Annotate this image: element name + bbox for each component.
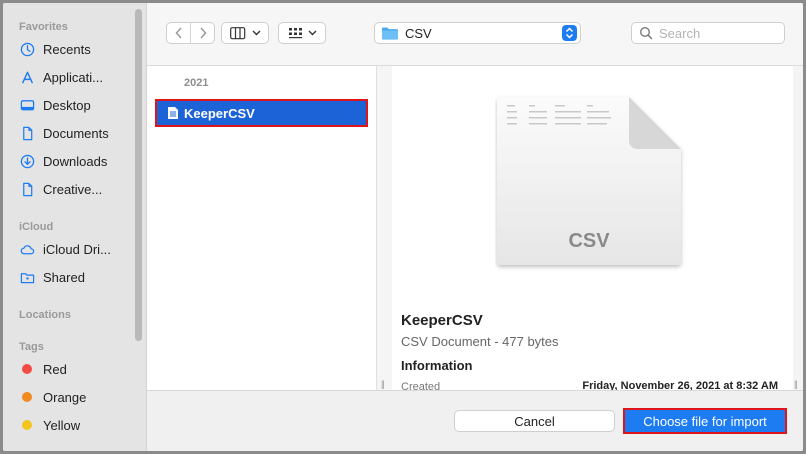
sidebar-item-shared[interactable]: Shared xyxy=(19,266,134,288)
sidebar-item-label: Desktop xyxy=(43,97,91,113)
sidebar-item-label: Shared xyxy=(43,269,85,285)
preview-info-heading: Information xyxy=(401,358,473,373)
chevron-right-icon xyxy=(199,27,207,39)
sidebar-item-label: Red xyxy=(43,361,67,377)
clock-icon xyxy=(19,41,35,57)
preview-pane: CSV KeeperCSV CSV Document - 477 bytes I… xyxy=(392,66,803,390)
toolbar: CSV xyxy=(147,3,803,66)
cancel-button[interactable]: Cancel xyxy=(454,410,615,432)
file-row-keepercsv[interactable]: KeeperCSV xyxy=(155,99,368,127)
sidebar-item-label: Orange xyxy=(43,389,87,405)
sidebar-tag-yellow[interactable]: Yellow xyxy=(19,414,134,436)
sidebar: Favorites Recents Applicati... Desktop D… xyxy=(3,3,147,451)
column-resize-handle[interactable]: || xyxy=(381,379,385,389)
dialog-footer: Cancel Choose file for import xyxy=(147,390,803,451)
preview-created-value: Friday, November 26, 2021 at 8:32 AM xyxy=(582,380,778,390)
preview-created-label: Created xyxy=(401,381,441,390)
sidebar-item-creative[interactable]: Creative... xyxy=(19,178,134,200)
sidebar-section-icloud: iCloud xyxy=(19,221,54,233)
preview-scroll-track[interactable] xyxy=(793,66,803,390)
updown-chevron-icon xyxy=(565,27,574,39)
sidebar-item-applications[interactable]: Applicati... xyxy=(19,66,134,88)
back-button[interactable] xyxy=(167,23,190,43)
sidebar-scrollbar[interactable] xyxy=(135,9,142,341)
forward-button[interactable] xyxy=(191,23,214,43)
sidebar-item-label: Yellow xyxy=(43,417,81,433)
search-icon xyxy=(639,26,653,40)
download-icon xyxy=(19,153,35,169)
tag-dot-yellow xyxy=(22,420,32,430)
search-input[interactable] xyxy=(657,24,781,42)
shared-folder-icon xyxy=(19,269,35,285)
applications-icon xyxy=(19,69,35,85)
sidebar-item-label: Applicati... xyxy=(43,69,103,85)
screenshot-frame: Favorites Recents Applicati... Desktop D… xyxy=(0,0,806,454)
view-mode-button[interactable] xyxy=(221,22,269,44)
sidebar-item-label: Creative... xyxy=(43,181,103,197)
date-group-header: 2021 xyxy=(184,77,209,89)
file-column: 2021 KeeperCSV xyxy=(147,66,377,390)
column-view-icon xyxy=(229,26,245,39)
sidebar-item-desktop[interactable]: Desktop xyxy=(19,94,134,116)
path-label: CSV xyxy=(405,25,432,41)
sidebar-item-label: Recents xyxy=(43,41,91,57)
tag-dot-red xyxy=(22,364,32,374)
search-field[interactable] xyxy=(631,22,785,44)
preview-file-name: KeeperCSV xyxy=(401,312,483,329)
sidebar-section-tags: Tags xyxy=(19,341,44,353)
path-stepper[interactable] xyxy=(562,25,577,41)
sidebar-item-label: Downloads xyxy=(43,153,108,169)
document-icon xyxy=(19,181,35,197)
sidebar-item-label: Documents xyxy=(43,125,109,141)
doc-badge: CSV xyxy=(568,230,610,252)
csv-document-icon: CSV xyxy=(497,97,681,265)
group-by-button[interactable] xyxy=(278,22,326,44)
sidebar-item-documents[interactable]: Documents xyxy=(19,122,134,144)
csv-file-icon xyxy=(168,107,178,119)
cloud-icon xyxy=(19,241,35,257)
sidebar-item-recents[interactable]: Recents xyxy=(19,38,134,60)
sidebar-tag-red[interactable]: Red xyxy=(19,358,134,380)
sidebar-item-icloud-drive[interactable]: iCloud Dri... xyxy=(19,238,134,260)
desktop-icon xyxy=(19,97,35,113)
grid-icon xyxy=(288,27,302,38)
nav-buttons xyxy=(166,22,215,44)
sidebar-tag-orange[interactable]: Orange xyxy=(19,386,134,408)
file-open-dialog: Favorites Recents Applicati... Desktop D… xyxy=(3,3,803,451)
sidebar-section-locations: Locations xyxy=(19,309,71,321)
preview-resize-handle[interactable]: || xyxy=(794,379,798,389)
path-popup[interactable]: CSV xyxy=(374,22,581,44)
document-icon xyxy=(19,125,35,141)
chevron-down-icon xyxy=(252,30,260,36)
file-name: KeeperCSV xyxy=(184,105,255,121)
chevron-down-icon xyxy=(308,30,316,36)
chevron-left-icon xyxy=(174,27,182,39)
choose-file-button[interactable]: Choose file for import xyxy=(623,408,787,434)
sidebar-section-favorites: Favorites xyxy=(19,21,68,33)
sidebar-item-label: iCloud Dri... xyxy=(43,241,111,257)
tag-dot-orange xyxy=(22,392,32,402)
folder-icon xyxy=(382,27,398,40)
sidebar-item-downloads[interactable]: Downloads xyxy=(19,150,134,172)
preview-file-kind: CSV Document - 477 bytes xyxy=(401,334,559,349)
